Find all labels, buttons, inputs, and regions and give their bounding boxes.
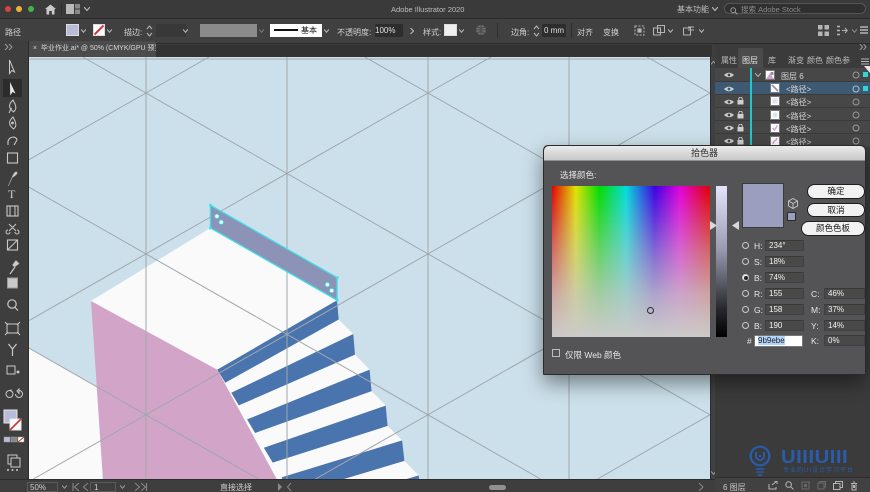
svg-text:T: T (8, 187, 16, 201)
